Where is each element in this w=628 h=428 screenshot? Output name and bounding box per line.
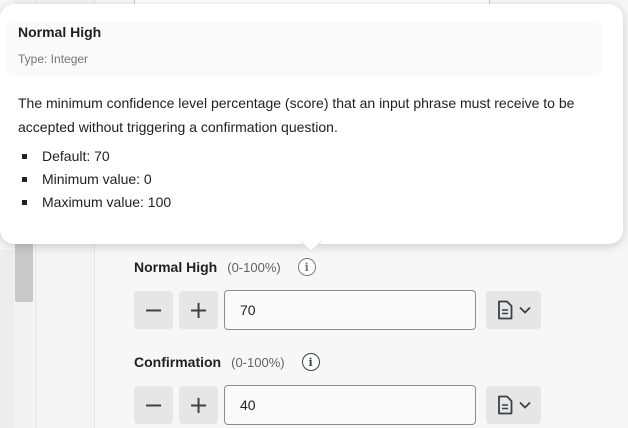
confirmation-decrement-button[interactable]: − <box>134 386 173 424</box>
info-icon[interactable]: i <box>297 258 316 276</box>
chevron-down-icon <box>518 401 531 409</box>
document-icon <box>497 300 512 320</box>
confirmation-range: (0-100%) <box>231 354 285 370</box>
list-item: Minimum value: 0 <box>18 168 171 191</box>
bullet-icon <box>22 200 27 205</box>
tooltip-title: Normal High <box>18 24 102 40</box>
confirmation-label-row: Confirmation (0-100%) i <box>134 353 320 371</box>
list-item: Maximum value: 100 <box>18 191 171 214</box>
tooltip-description: The minimum confidence level percentage … <box>18 95 575 135</box>
tooltip-type: Type: Integer <box>18 52 89 66</box>
chevron-down-icon <box>518 306 531 314</box>
info-icon[interactable]: i <box>301 353 320 371</box>
tooltip-default: Default: 70 <box>42 148 110 164</box>
bullet-icon <box>22 177 27 182</box>
normal-high-range: (0-100%) <box>227 259 281 275</box>
normal-high-source-dropdown[interactable] <box>486 291 541 329</box>
normal-high-decrement-button[interactable]: − <box>134 291 173 329</box>
confirmation-increment-button[interactable]: + <box>179 386 218 424</box>
list-item: Default: 70 <box>18 145 171 168</box>
normal-high-increment-button[interactable]: + <box>179 291 218 329</box>
tooltip-minimum: Minimum value: 0 <box>42 171 152 187</box>
confirmation-label: Confirmation <box>134 354 222 370</box>
left-pane-strip <box>0 250 14 428</box>
bullet-icon <box>22 154 27 159</box>
tooltip-maximum: Maximum value: 100 <box>42 194 172 210</box>
confirmation-input[interactable] <box>224 385 476 425</box>
tooltip-arrow <box>300 240 322 251</box>
confirmation-source-dropdown[interactable] <box>486 386 541 424</box>
normal-high-label: Normal High <box>134 259 218 275</box>
normal-high-input[interactable] <box>224 290 476 330</box>
normal-high-label-row: Normal High (0-100%) i <box>134 258 316 276</box>
document-icon <box>497 395 512 415</box>
tooltip-list: Default: 70 Minimum value: 0 Maximum val… <box>18 145 171 214</box>
